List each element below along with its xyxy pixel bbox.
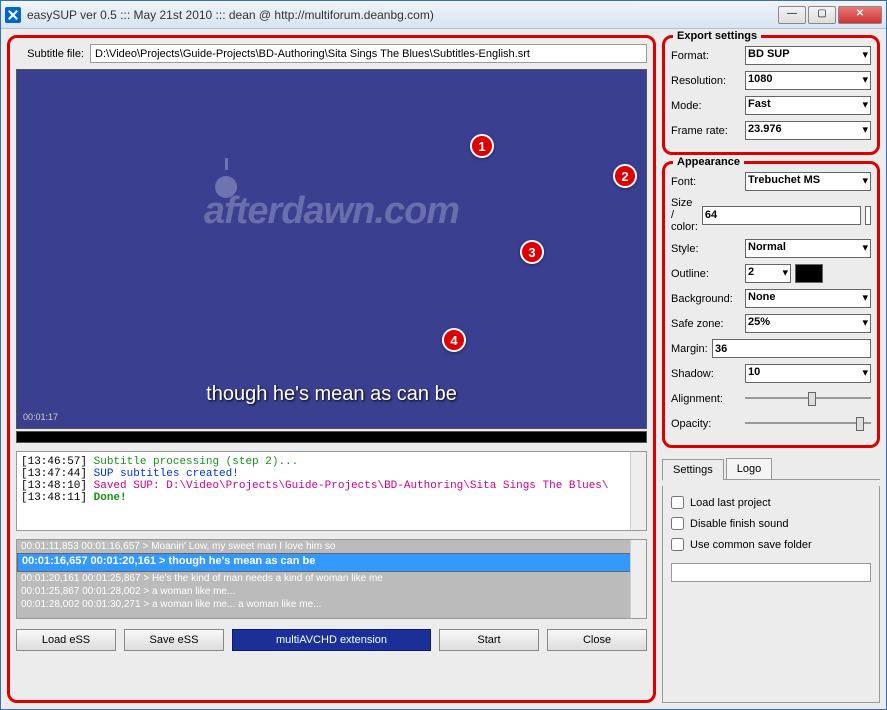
settings-tab-body: Load last project Disable finish sound U… — [662, 486, 880, 703]
common-folder-input[interactable] — [671, 563, 871, 582]
subtitle-row[interactable]: 00:01:20,161 00:01:25,867 > He's the kin… — [17, 572, 646, 585]
playback-scrubber[interactable] — [16, 431, 647, 443]
alignment-slider[interactable] — [745, 389, 871, 408]
margin-label: Margin: — [671, 343, 708, 355]
font-select[interactable]: Trebuchet MS — [745, 172, 871, 191]
marker-4: 4 — [442, 328, 466, 352]
tab-logo[interactable]: Logo — [726, 458, 772, 479]
subtitle-row[interactable]: 00:01:25,867 00:01:28,002 > a woman like… — [17, 585, 646, 598]
framerate-select[interactable]: 23.976 — [745, 121, 871, 140]
settings-tabs: Settings Logo — [662, 458, 880, 480]
window-title: easySUP ver 0.5 ::: May 21st 2010 ::: de… — [27, 8, 776, 22]
shadow-label: Shadow: — [671, 368, 741, 380]
subtitle-row[interactable]: 00:01:16,657 00:01:20,161 > though he's … — [17, 553, 646, 572]
app-window: easySUP ver 0.5 ::: May 21st 2010 ::: de… — [0, 0, 887, 710]
style-select[interactable]: Normal — [745, 239, 871, 258]
log-scrollbar[interactable] — [630, 452, 646, 530]
resolution-select[interactable]: 1080 — [745, 71, 871, 90]
export-legend: Export settings — [673, 30, 761, 42]
save-ess-button[interactable]: Save eSS — [124, 629, 224, 651]
common-folder-label: Use common save folder — [690, 539, 812, 551]
marker-2: 2 — [613, 164, 637, 188]
outline-select[interactable]: 2 — [745, 264, 791, 283]
mode-select[interactable]: Fast — [745, 96, 871, 115]
background-label: Background: — [671, 293, 741, 305]
maximize-button[interactable]: ▢ — [808, 6, 836, 24]
marker-3: 3 — [520, 240, 544, 264]
opacity-label: Opacity: — [671, 418, 741, 430]
size-input[interactable] — [702, 206, 861, 225]
format-select[interactable]: BD SUP — [745, 46, 871, 65]
safezone-select[interactable]: 25% — [745, 314, 871, 333]
load-ess-button[interactable]: Load eSS — [16, 629, 116, 651]
margin-input[interactable] — [712, 339, 871, 358]
disable-sound-checkbox[interactable] — [671, 517, 684, 530]
font-color-picker[interactable] — [865, 206, 871, 225]
load-last-label: Load last project — [690, 497, 771, 509]
marker-1: 1 — [470, 134, 494, 158]
font-label: Font: — [671, 176, 741, 188]
close-app-button[interactable]: Close — [547, 629, 647, 651]
size-label: Size / color: — [671, 197, 698, 233]
preview-area: afterdawn.com though he's mean as can be… — [16, 69, 647, 429]
subtitle-list-scrollbar[interactable] — [630, 540, 646, 618]
close-button[interactable]: ✕ — [838, 6, 882, 24]
subtitle-file-label: Subtitle file: — [16, 48, 84, 60]
subtitle-file-input[interactable] — [90, 44, 647, 63]
preview-subtitle: though he's mean as can be — [17, 383, 646, 406]
minimize-button[interactable]: — — [778, 6, 806, 24]
subtitle-list[interactable]: 00:01:11,853 00:01:16,657 > Moanin' Low,… — [16, 539, 647, 619]
safezone-label: Safe zone: — [671, 318, 741, 330]
log-panel: [13:46:57] Subtitle processing (step 2).… — [16, 451, 647, 531]
common-folder-checkbox[interactable] — [671, 538, 684, 551]
outline-label: Outline: — [671, 268, 741, 280]
framerate-label: Frame rate: — [671, 125, 741, 137]
watermark-text: afterdawn.com — [17, 190, 646, 233]
start-button[interactable]: Start — [439, 629, 539, 651]
shadow-select[interactable]: 10 — [745, 364, 871, 383]
appearance-group: Appearance Font:Trebuchet MS Size / colo… — [662, 161, 880, 448]
export-settings-group: Export settings Format:BD SUP Resolution… — [662, 35, 880, 155]
subtitle-row[interactable]: 00:01:28,002 00:01:30,271 > a woman like… — [17, 598, 646, 611]
right-panel: Export settings Format:BD SUP Resolution… — [662, 35, 880, 703]
preview-timecode: 00:01:17 — [23, 412, 58, 422]
disable-sound-label: Disable finish sound — [690, 518, 788, 530]
style-label: Style: — [671, 243, 741, 255]
resolution-label: Resolution: — [671, 75, 741, 87]
subtitle-row[interactable]: 00:01:11,853 00:01:16,657 > Moanin' Low,… — [17, 540, 646, 553]
load-last-checkbox[interactable] — [671, 496, 684, 509]
titlebar: easySUP ver 0.5 ::: May 21st 2010 ::: de… — [1, 1, 886, 29]
outline-color-picker[interactable] — [795, 264, 823, 283]
tab-settings[interactable]: Settings — [662, 459, 724, 480]
main-panel: Subtitle file: afterdawn.com though he's… — [7, 35, 656, 703]
appearance-legend: Appearance — [673, 156, 744, 168]
multiavchd-button[interactable]: multiAVCHD extension — [232, 629, 431, 651]
format-label: Format: — [671, 50, 741, 62]
opacity-slider[interactable] — [745, 414, 871, 433]
alignment-label: Alignment: — [671, 393, 741, 405]
mode-label: Mode: — [671, 100, 741, 112]
background-select[interactable]: None — [745, 289, 871, 308]
app-icon — [5, 7, 21, 23]
